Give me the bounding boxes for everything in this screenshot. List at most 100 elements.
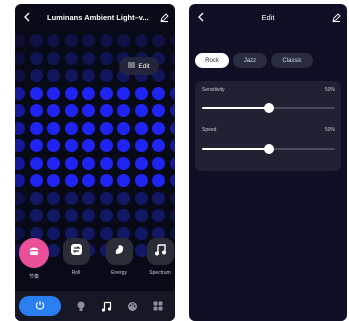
power-icon — [35, 297, 45, 315]
effect-label: 节奏 — [28, 274, 39, 280]
light-dot — [47, 209, 60, 222]
light-dot — [134, 121, 148, 135]
light-dot — [82, 174, 95, 187]
light-dot — [47, 34, 60, 47]
sliders-icon — [128, 62, 136, 70]
light-dot — [82, 86, 95, 100]
effect-item[interactable]: Energy — [104, 238, 134, 276]
light-dot — [99, 174, 113, 187]
light-dot — [29, 174, 43, 187]
nav-power-button[interactable] — [19, 296, 61, 316]
sensitivity-slider-fill — [202, 107, 269, 109]
light-dot — [169, 104, 175, 117]
device-title: Luminans Ambient Light–v... — [47, 13, 149, 22]
effect-item[interactable]: Roll — [61, 238, 91, 276]
light-dot — [152, 174, 165, 187]
page-title: Edit — [261, 13, 275, 22]
light-dot — [117, 209, 130, 222]
light-dot — [29, 209, 43, 222]
light-dot — [82, 104, 95, 117]
back-arrow-icon[interactable] — [21, 10, 33, 24]
light-dot — [29, 156, 43, 170]
light-dot — [64, 34, 78, 47]
music-icon[interactable] — [99, 299, 113, 313]
light-dot — [29, 51, 43, 65]
light-dot — [169, 69, 175, 82]
light-dot — [99, 51, 113, 65]
light-dot — [152, 104, 165, 117]
genre-tab-rock[interactable]: Rock — [195, 53, 229, 68]
effect-tile — [19, 238, 49, 268]
top-bar: Edit — [189, 4, 347, 30]
sensitivity-label: Sensitivity — [202, 87, 225, 93]
light-dot — [99, 86, 113, 100]
light-dot — [117, 104, 130, 117]
effect-tile — [146, 238, 174, 265]
light-dot — [64, 86, 78, 100]
light-dot — [152, 121, 165, 135]
light-dot — [15, 104, 25, 117]
genre-tab-jazz[interactable]: Jazz — [233, 53, 267, 68]
top-bar: Luminans Ambient Light–v... — [15, 4, 175, 30]
light-dot — [169, 34, 175, 47]
grid-icon[interactable] — [151, 299, 165, 313]
light-dot — [99, 191, 113, 205]
effect-item[interactable]: Spectrum — [145, 238, 175, 276]
light-dot — [15, 209, 25, 222]
sensitivity-slider[interactable] — [202, 103, 335, 113]
light-dot — [47, 86, 60, 100]
edit-button[interactable]: Edit — [119, 57, 159, 75]
light-dot — [134, 34, 148, 47]
effect-label: Roll — [71, 270, 81, 276]
edit-pen-icon[interactable] — [158, 11, 170, 23]
light-dot — [152, 139, 165, 152]
light-dot — [152, 34, 165, 47]
bulb-icon[interactable] — [74, 299, 88, 313]
palette-icon[interactable] — [125, 299, 139, 313]
light-dot — [47, 51, 60, 65]
light-dot — [82, 139, 95, 152]
light-dot — [29, 191, 43, 205]
effect-tile — [62, 238, 90, 265]
light-dot — [29, 104, 43, 117]
effect-tile — [105, 238, 133, 265]
light-dot — [47, 104, 60, 117]
light-dot — [64, 156, 78, 170]
light-dot — [47, 69, 60, 82]
genre-tabs: Rock Jazz Classic — [195, 53, 313, 69]
light-dot — [64, 69, 78, 82]
speed-slider-fill — [202, 148, 269, 150]
light-dot — [169, 51, 175, 65]
edit-screen: Edit Rock Jazz Classic Sensitivity 50% S… — [189, 4, 347, 321]
sensitivity-slider-thumb[interactable] — [263, 103, 274, 113]
energy-icon — [113, 243, 126, 261]
light-dot — [134, 174, 148, 187]
light-dot — [29, 69, 43, 82]
light-dot — [134, 191, 148, 205]
light-dot — [99, 69, 113, 82]
music-note-icon — [154, 243, 167, 261]
light-dot — [152, 191, 165, 205]
light-dot — [82, 191, 95, 205]
light-dot — [64, 174, 78, 187]
genre-tab-classic[interactable]: Classic — [271, 53, 313, 68]
screenshot-page: Luminans Ambient Light–v... Edit 节奏 Roll… — [0, 0, 349, 321]
light-dot — [82, 51, 95, 65]
speed-label: Speed — [202, 127, 217, 133]
light-dot — [15, 191, 25, 205]
speed-slider-thumb[interactable] — [263, 144, 274, 154]
effect-label: Spectrum — [149, 270, 171, 276]
light-dot — [82, 121, 95, 135]
speed-slider[interactable] — [202, 144, 335, 154]
edit-pen-icon[interactable] — [330, 11, 342, 23]
effect-item[interactable]: 节奏 — [19, 238, 49, 280]
light-dot — [64, 139, 78, 152]
light-dot — [64, 209, 78, 222]
light-dot — [47, 139, 60, 152]
light-dot — [134, 139, 148, 152]
light-dot — [99, 104, 113, 117]
light-dot — [29, 34, 43, 47]
light-dot — [117, 174, 130, 187]
light-dot — [169, 191, 175, 205]
light-dot — [99, 34, 113, 47]
